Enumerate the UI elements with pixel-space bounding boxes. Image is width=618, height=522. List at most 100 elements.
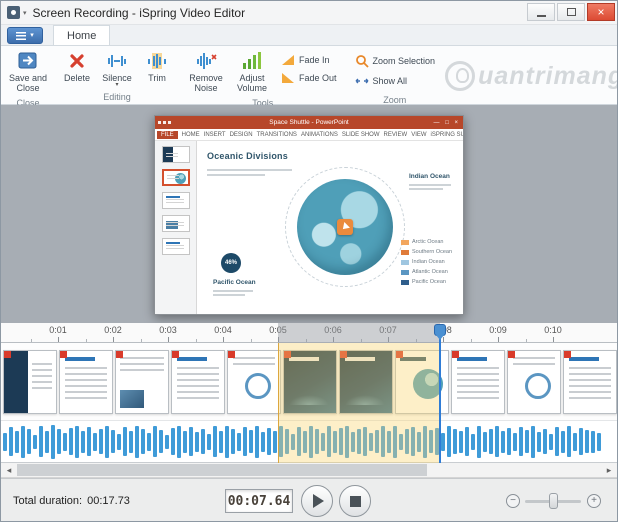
slide-thumbnail <box>161 238 190 255</box>
scrollbar-thumb[interactable] <box>17 464 427 476</box>
ribbon-tab-strip: ▾ Home <box>1 25 617 46</box>
slide-title: Oceanic Divisions <box>207 151 288 161</box>
waveform-bar <box>87 427 91 456</box>
tab-home[interactable]: Home <box>53 25 111 45</box>
globe-arrow-icon <box>337 219 353 235</box>
waveform-bar <box>441 432 445 451</box>
trim-icon <box>146 51 168 71</box>
legend-item: Indian Ocean <box>401 259 452 265</box>
minimize-button[interactable] <box>527 3 555 21</box>
ribbon-group-tools: Remove Noise Adjust Volume Fade In Fade … <box>181 48 345 108</box>
zoom-slider-thumb[interactable] <box>549 493 558 509</box>
waveform-bar <box>501 430 505 453</box>
timeline-clip[interactable] <box>115 350 169 414</box>
show-all-button[interactable]: Show All <box>352 73 439 89</box>
silence-icon <box>106 51 128 71</box>
timeline-clip[interactable] <box>507 350 561 414</box>
play-button[interactable] <box>301 485 333 517</box>
delete-button[interactable]: Delete <box>57 49 97 85</box>
text-placeholder <box>213 294 245 296</box>
waveform-bar <box>105 425 109 458</box>
waveform-bar <box>279 426 283 457</box>
ruler-tick-minor <box>471 339 472 342</box>
stop-button[interactable] <box>339 485 371 517</box>
scroll-right-button[interactable]: ▸ <box>601 463 617 477</box>
ruler-tick <box>223 337 224 342</box>
waveform-bar <box>489 429 493 454</box>
timeline-clip[interactable] <box>3 350 57 414</box>
ruler-tick <box>388 337 389 342</box>
timeline-clip[interactable] <box>339 350 393 414</box>
minimize-icon <box>536 14 546 17</box>
scroll-left-button[interactable]: ◂ <box>1 463 17 477</box>
waveform-bar <box>303 430 307 453</box>
legend-item: Pacific Ocean <box>401 279 452 285</box>
remove-noise-button[interactable]: Remove Noise <box>183 49 229 96</box>
adjust-volume-icon <box>241 51 263 71</box>
waveform-bar <box>81 430 85 453</box>
timeline-clip[interactable] <box>59 350 113 414</box>
waveform-bar <box>483 431 487 452</box>
play-icon <box>313 494 324 508</box>
watermark-logo-icon <box>445 61 476 91</box>
button-label: Trim <box>148 73 166 83</box>
app-menu-button[interactable]: ▾ <box>7 27 43 44</box>
title-bar[interactable]: ▾ Screen Recording - iSpring Video Edito… <box>1 1 617 25</box>
save-and-close-button[interactable]: Save and Close <box>5 49 51 96</box>
maximize-icon <box>566 8 576 16</box>
timeline-scrollbar[interactable]: ◂ ▸ <box>1 463 617 478</box>
ppt-ribbon-tab: INSERT <box>203 131 226 138</box>
trim-button[interactable]: Trim <box>137 49 177 85</box>
zoom-out-button[interactable]: − <box>506 494 520 508</box>
timeline-clip[interactable] <box>227 350 281 414</box>
timeline-clip[interactable] <box>563 350 617 414</box>
waveform-bar <box>291 433 295 450</box>
legend-color-chip <box>401 249 409 255</box>
timeline-ruler[interactable]: 0:010:020:030:040:050:060:070:080:090:10 <box>1 323 617 343</box>
ppt-ribbon-tab: ANIMATIONS <box>300 131 338 138</box>
waveform-bar <box>405 429 409 454</box>
clip-thumbnail <box>564 351 616 413</box>
waveform-bar <box>237 432 241 451</box>
zoom-selection-button[interactable]: Zoom Selection <box>352 53 439 69</box>
ruler-tick-minor <box>31 339 32 342</box>
waveform-bar <box>297 427 301 456</box>
clip-marker-icon <box>396 351 403 358</box>
waveform-bar <box>423 425 427 458</box>
waveform-bar <box>507 428 511 455</box>
adjust-volume-button[interactable]: Adjust Volume <box>229 49 275 96</box>
waveform-bar <box>399 433 403 450</box>
timeline-clip[interactable] <box>283 350 337 414</box>
timeline-clip[interactable] <box>171 350 225 414</box>
waveform-bar <box>249 430 253 453</box>
window-menu-caret-icon[interactable]: ▾ <box>23 9 27 17</box>
playhead-handle[interactable] <box>434 324 446 340</box>
waveform-bar <box>429 430 433 453</box>
silence-button[interactable]: Silence ▾ <box>97 49 137 89</box>
ruler-tick <box>113 337 114 342</box>
ruler-tick <box>333 337 334 342</box>
waveform-bar <box>189 427 193 456</box>
waveform-bar <box>321 432 325 451</box>
zoom-in-button[interactable]: + <box>587 494 601 508</box>
ruler-tick-label: 0:04 <box>214 325 232 335</box>
clip-marker-icon <box>452 351 459 358</box>
maximize-button[interactable] <box>557 3 585 21</box>
clip-thumbnail <box>4 351 56 413</box>
waveform-bar <box>231 429 235 454</box>
ppt-window-title: Space Shuttle - PowerPoint <box>269 119 349 126</box>
close-button[interactable]: × <box>587 3 615 21</box>
slide-thumbnail <box>161 169 190 186</box>
app-menu-grid-icon <box>16 31 27 40</box>
waveform-bar <box>555 427 559 456</box>
fade-out-button[interactable]: Fade Out <box>278 71 340 85</box>
remove-noise-icon <box>195 51 217 71</box>
waveform-bar <box>21 425 25 458</box>
text-placeholder <box>213 290 253 292</box>
timeline-clip[interactable] <box>451 350 505 414</box>
waveform-bar <box>357 429 361 454</box>
waveform-bar <box>573 432 577 451</box>
fade-in-button[interactable]: Fade In <box>278 53 340 67</box>
video-track[interactable] <box>1 343 617 421</box>
audio-waveform[interactable] <box>1 421 617 463</box>
